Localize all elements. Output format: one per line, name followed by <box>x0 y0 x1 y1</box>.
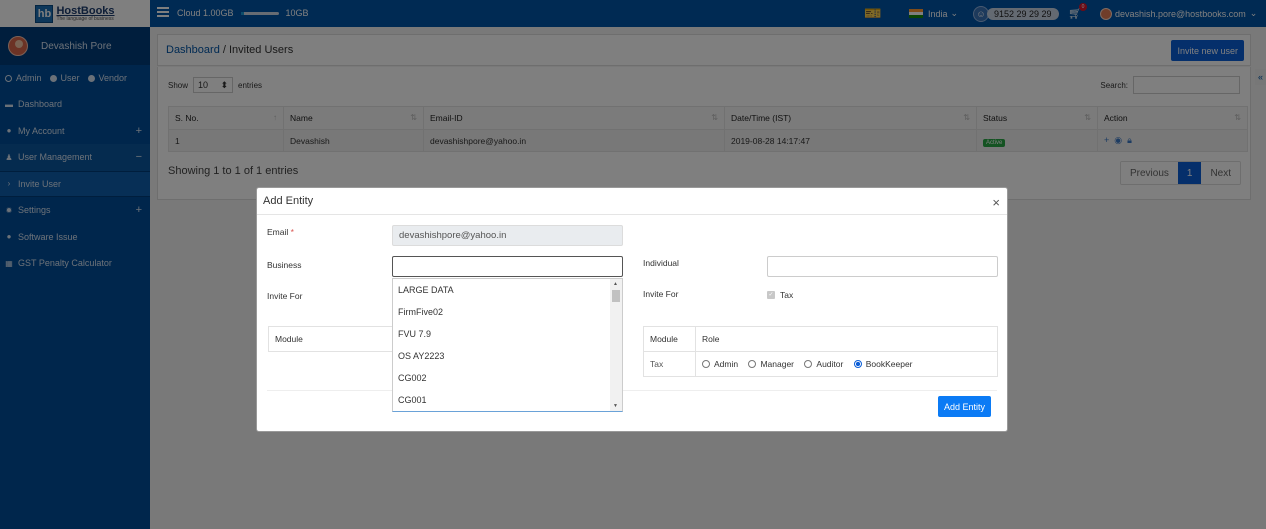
individual-input[interactable] <box>767 256 998 277</box>
radio-icon <box>748 359 757 368</box>
label-text: Email <box>267 227 289 237</box>
business-option[interactable]: FVU 7.9 <box>393 323 622 345</box>
role-auditor-radio[interactable]: Auditor <box>804 359 843 369</box>
add-entity-button[interactable]: Add Entity <box>938 396 992 417</box>
business-option[interactable]: LARGE DATA <box>393 279 622 301</box>
business-dropdown-list: LARGE DATA FirmFive02 FVU 7.9 OS AY2223 … <box>392 278 623 412</box>
module-header: Module <box>643 326 696 352</box>
business-label: Business <box>267 260 302 270</box>
modal-header: Add Entity <box>257 188 1007 215</box>
add-entity-modal: Add Entity × Email * devashishpore@yahoo… <box>256 187 1008 432</box>
checkbox-label: Tax <box>780 290 794 300</box>
role-header: Role <box>695 326 998 352</box>
modal-title: Add Entity <box>263 195 314 207</box>
required-mark: * <box>290 227 294 237</box>
email-field[interactable]: devashishpore@yahoo.in <box>392 225 623 246</box>
invite-for-right-label: Invite For <box>643 289 679 299</box>
business-option[interactable]: CG002 <box>393 367 622 389</box>
module-role-table: Module Role Tax Admin Manager Auditor Bo… <box>643 326 998 377</box>
individual-label: Individual <box>643 258 679 268</box>
modal-footer-divider <box>267 390 997 391</box>
business-input[interactable] <box>392 256 623 277</box>
module-table-left: Module <box>268 326 398 352</box>
business-option[interactable]: CG001 <box>393 389 622 411</box>
module-cell: Tax <box>643 351 696 377</box>
radio-label: BookKeeper <box>865 358 913 369</box>
radio-selected-icon <box>853 359 862 368</box>
invite-for-label: Invite For <box>267 291 303 301</box>
checkbox-checked-icon: ✓ <box>767 291 775 299</box>
scroll-down-icon[interactable]: ▼ <box>613 403 618 409</box>
role-options: Admin Manager Auditor BookKeeper <box>695 351 998 377</box>
email-label: Email * <box>267 227 294 237</box>
invite-for-tax-checkbox[interactable]: ✓ Tax <box>767 290 793 300</box>
radio-icon <box>702 359 710 368</box>
dropdown-scrollbar[interactable]: ▲ ▼ <box>610 279 622 411</box>
scroll-up-icon[interactable]: ▲ <box>613 281 618 287</box>
role-bookkeeper-radio[interactable]: BookKeeper <box>853 358 913 369</box>
radio-icon <box>804 359 813 368</box>
close-icon[interactable]: × <box>992 195 1000 210</box>
scrollbar-thumb[interactable] <box>612 290 620 302</box>
business-option[interactable]: OS AY2223 <box>393 345 622 367</box>
radio-label: Admin <box>714 358 739 369</box>
radio-label: Manager <box>760 358 795 369</box>
role-manager-radio[interactable]: Manager <box>748 359 794 369</box>
module-header: Module <box>268 326 398 352</box>
radio-label: Auditor <box>816 358 844 369</box>
business-option[interactable]: FirmFive02 <box>393 301 622 323</box>
role-admin-radio[interactable]: Admin <box>702 359 738 369</box>
